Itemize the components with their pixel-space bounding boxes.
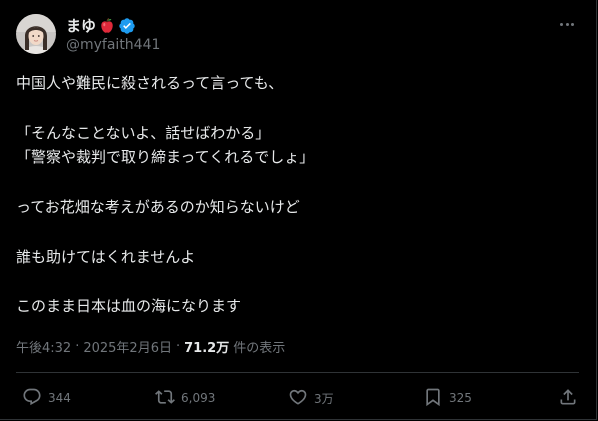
heart-icon: [288, 387, 308, 410]
tweet-date[interactable]: 2025年2月6日: [83, 337, 172, 356]
more-options-button[interactable]: [554, 14, 580, 34]
retweet-count: 6,093: [181, 391, 216, 405]
tweet-line: [16, 96, 576, 121]
retweet-icon: [155, 387, 175, 410]
like-count: 3万: [314, 391, 334, 406]
apple-icon: [98, 17, 116, 35]
divider: [16, 372, 579, 373]
bookmark-count: 325: [449, 391, 472, 405]
reply-count: 344: [48, 391, 71, 405]
action-bar: 344 6,093 3万 325: [16, 385, 582, 411]
tweet-line: [16, 170, 576, 195]
verified-badge-icon[interactable]: [118, 17, 136, 35]
tweet-line: 中国人や難民に殺されるって言っても、: [16, 74, 284, 92]
bookmark-icon: [423, 387, 443, 410]
views-count[interactable]: 71.2万: [184, 337, 229, 356]
tweet-line: 誰も助けてはくれませんよ: [16, 247, 196, 266]
more-dot: [571, 22, 575, 26]
name-row: まゆ: [66, 16, 160, 36]
tweet-card: まゆ @myfaith441 中国人や難民に殺されるって言っても、 「そんなこと…: [0, 0, 597, 420]
tweet-header: まゆ @myfaith441: [16, 12, 160, 56]
avatar[interactable]: [16, 14, 56, 54]
tweet-line: [16, 269, 576, 294]
share-button[interactable]: [558, 385, 578, 411]
handle[interactable]: @myfaith441: [66, 37, 160, 53]
tweet-line: このまま日本は血の海になります: [16, 297, 242, 316]
meta-separator: ·: [175, 339, 181, 354]
more-dot: [559, 22, 563, 26]
tweet-line: 「警察や裁判で取り締まってくれるでしょ」: [16, 148, 315, 167]
meta-separator: ·: [75, 339, 80, 354]
retweet-button[interactable]: 6,093: [155, 385, 215, 411]
author-names: まゆ @myfaith441: [66, 16, 160, 53]
tweet-line: [16, 220, 576, 245]
tweet-line: ってお花畑な考えがあるのか知らないけど: [16, 197, 300, 216]
tweet-text: 中国人や難民に殺されるって言っても、 「そんなことないよ、話せばわかる」 「警察…: [16, 71, 576, 319]
reply-button[interactable]: 344: [22, 385, 71, 411]
display-name[interactable]: まゆ: [66, 15, 96, 36]
share-icon: [558, 387, 578, 410]
like-button[interactable]: 3万: [288, 385, 334, 411]
more-dot: [565, 22, 569, 26]
reply-icon: [22, 387, 42, 410]
tweet-time[interactable]: 午後4:32: [16, 337, 71, 356]
views-label: 件の表示: [233, 341, 286, 356]
tweet-meta: 午後4:32 · 2025年2月6日 · 71.2万 件の表示: [16, 337, 285, 356]
bookmark-button[interactable]: 325: [423, 385, 472, 411]
tweet-line: 「そんなことないよ、話せばわかる」: [16, 123, 271, 142]
